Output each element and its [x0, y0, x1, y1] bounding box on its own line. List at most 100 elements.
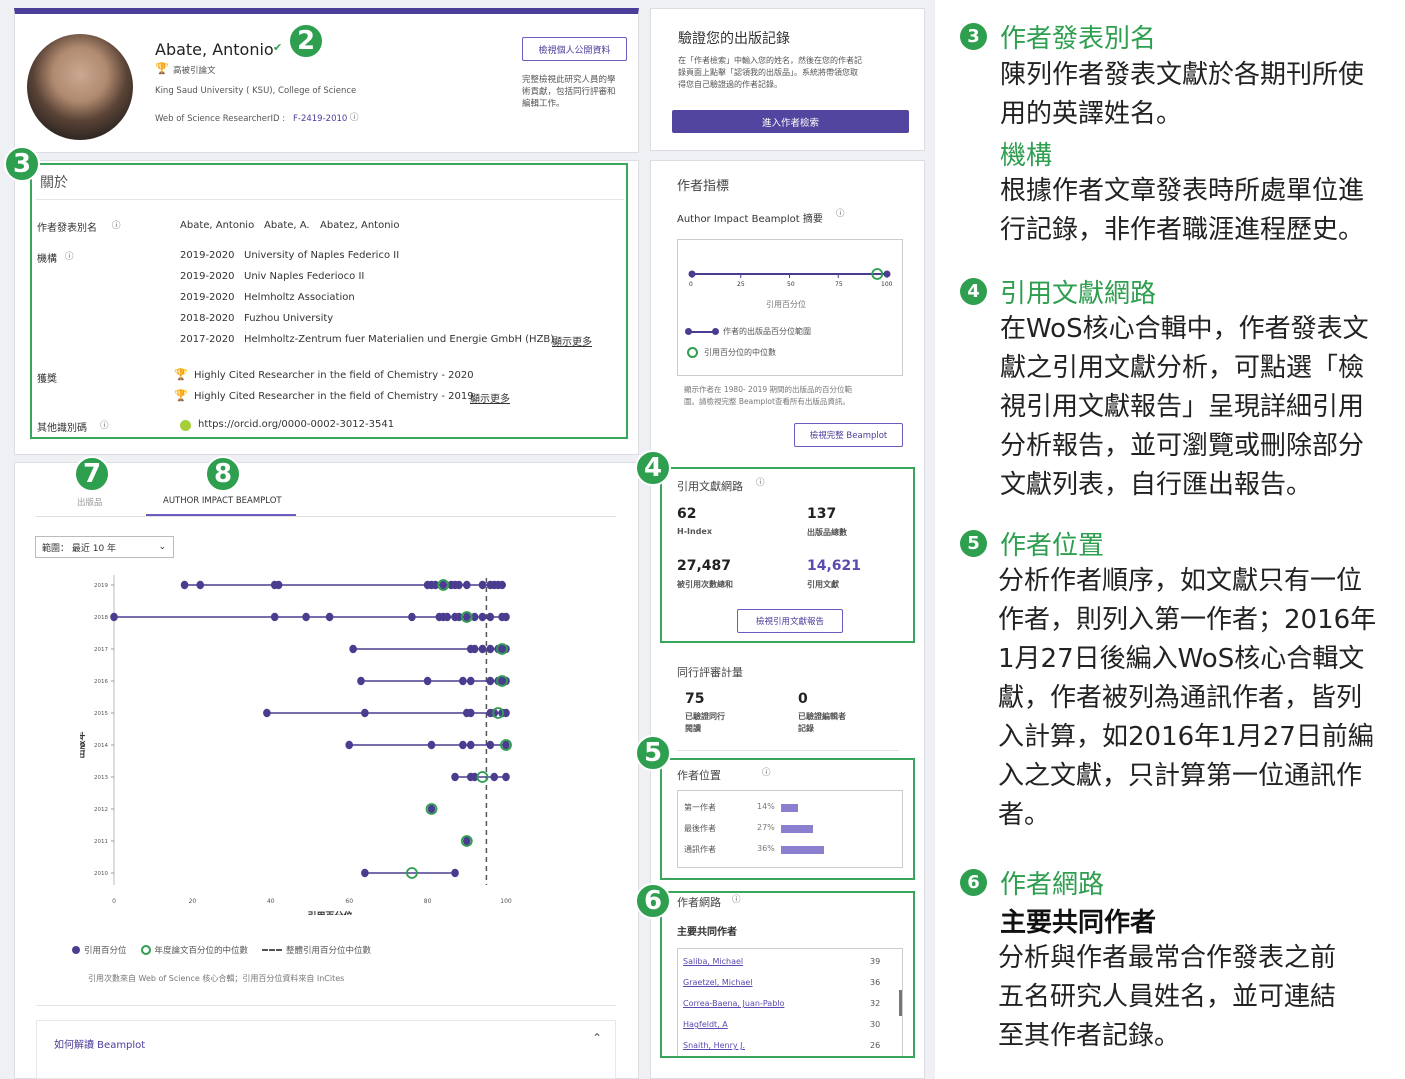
- data-point: [486, 612, 495, 622]
- y-tick-label: 2010: [94, 871, 108, 877]
- coauthor-name[interactable]: Correa-Baena, Juan-Pablo: [683, 999, 784, 1008]
- pubs-value: 137: [807, 506, 837, 522]
- position-label: 通訊作者: [684, 845, 716, 854]
- coauthor-count: 30: [870, 1020, 881, 1029]
- tab-beamplot[interactable]: AUTHOR IMPACT BEAMPLOT: [163, 496, 282, 506]
- annotation-badge-5: 5: [635, 735, 671, 771]
- explain-text: 根據作者文章發表時所處單位進: [1000, 176, 1365, 206]
- info-icon[interactable]: ⓘ: [350, 111, 359, 123]
- citation-info-icon[interactable]: ⓘ: [756, 476, 765, 488]
- annotation-badge-3: 3: [4, 146, 40, 182]
- award-label: 獲獎: [37, 374, 57, 385]
- show-more-awards-link[interactable]: 顯示更多: [470, 390, 510, 405]
- h-index-label: H-Index: [677, 527, 712, 536]
- chevron-up-icon[interactable]: ⌃: [592, 1031, 602, 1045]
- explain-heading-alias: 作者發表別名: [1000, 24, 1157, 54]
- y-tick-label: 2013: [94, 775, 108, 781]
- range-select[interactable]: 範圍： 最近 10 年 ⌄: [35, 536, 174, 558]
- author-search-button[interactable]: 進入作者檢索: [672, 110, 909, 133]
- show-more-orgs-link[interactable]: 顯示更多: [552, 333, 592, 348]
- org-years: 2019-2020: [180, 292, 235, 303]
- view-full-beamplot-button[interactable]: 檢視完整 Beamplot: [794, 423, 903, 447]
- scrollbar[interactable]: [899, 990, 902, 1016]
- annotation-badge-6: 6: [635, 883, 671, 919]
- org-name: Fuzhou University: [244, 313, 334, 324]
- alias-info-icon[interactable]: ⓘ: [112, 219, 121, 231]
- tab-publications[interactable]: 出版品: [77, 496, 103, 508]
- explain-text: 分析與作者最常合作發表之前: [998, 943, 1337, 973]
- divider: [36, 1005, 616, 1006]
- y-axis-label: 出版年: [80, 731, 87, 758]
- position-pct: 27%: [757, 823, 775, 832]
- org-info-icon[interactable]: ⓘ: [65, 250, 74, 262]
- coauthors-info-icon[interactable]: ⓘ: [732, 893, 741, 905]
- data-point: [349, 644, 357, 654]
- data-point: [459, 740, 467, 750]
- other-id-info-icon[interactable]: ⓘ: [100, 419, 109, 431]
- summary-info-icon[interactable]: ⓘ: [836, 207, 845, 219]
- award-2: Highly Cited Researcher in the field of …: [194, 391, 474, 402]
- positions-info-icon[interactable]: ⓘ: [762, 766, 771, 778]
- y-tick-label: 2012: [94, 807, 108, 813]
- data-point: [274, 580, 283, 590]
- data-point: [443, 612, 452, 622]
- data-point: [325, 612, 334, 622]
- data-point: [486, 676, 495, 686]
- coauthor-name[interactable]: Saliba, Michael: [683, 957, 743, 966]
- data-point: [357, 676, 365, 686]
- coauthor-count: 26: [870, 1041, 881, 1050]
- data-point: [466, 740, 475, 750]
- mini-tick-label: 50: [787, 281, 795, 288]
- x-tick-label: 60: [345, 898, 353, 905]
- explain-text: 行記錄，非作者職涯進程歷史。: [1000, 215, 1365, 245]
- orcid-link[interactable]: https://orcid.org/0000-0002-3012-3541: [198, 419, 394, 430]
- data-point: [345, 740, 354, 750]
- alias-3: Abatez, Antonio: [320, 220, 400, 231]
- divider: [677, 750, 899, 751]
- author-name: Abate, Antonio: [155, 40, 274, 59]
- mini-tick-label: 0: [689, 281, 693, 288]
- x-tick-label: 40: [267, 898, 275, 905]
- position-bar: [781, 846, 825, 854]
- alias-label: 作者發表別名: [37, 223, 97, 234]
- citing-value[interactable]: 14,621: [807, 558, 861, 574]
- mini-tick-label: 100: [881, 281, 893, 288]
- mini-axis-label: 引用百分位: [766, 300, 806, 309]
- how-to-panel[interactable]: 如何解讀 Beamplot ⌃: [36, 1020, 616, 1079]
- beamplot-summary-label: Author Impact Beamplot 摘要: [677, 214, 823, 225]
- data-point: [459, 676, 467, 686]
- view-citation-report-button[interactable]: 檢視引用文獻報告: [737, 609, 843, 633]
- explain-text: 入計算，如2016年1月27日前編: [998, 722, 1374, 752]
- data-point: [451, 772, 459, 782]
- alias-1: Abate, Antonio: [180, 220, 255, 231]
- data-point: [455, 580, 463, 590]
- coauthor-name[interactable]: Graetzel, Michael: [683, 978, 753, 987]
- y-tick-label: 2015: [94, 711, 108, 717]
- annotation-badge-7: 7: [74, 456, 110, 492]
- explain-badge-5: 5: [960, 530, 987, 557]
- position-bar: [781, 825, 814, 833]
- coauthor-name[interactable]: Snaith, Henry J.: [683, 1041, 745, 1050]
- range-end-dot: [883, 270, 891, 278]
- coauthor-name[interactable]: Hagfeldt, A: [683, 1020, 728, 1029]
- citing-label: 引用文獻: [807, 580, 839, 589]
- position-label: 最後作者: [684, 824, 716, 833]
- data-point: [498, 580, 506, 590]
- data-point: [466, 676, 475, 686]
- cited-value: 27,487: [677, 558, 732, 574]
- y-tick-label: 2018: [94, 615, 108, 621]
- metrics-title: 作者指標: [677, 179, 730, 194]
- beamplot-chart: 出版年 0 20 40 60 80 100 引用百分位 2019 2018 2017 2016 2015…: [80, 575, 512, 915]
- researcher-id-value[interactable]: F-2419-2010: [293, 114, 347, 124]
- y-tick-label: 2019: [94, 583, 108, 589]
- verify-card: 驗證您的出版記錄 在「作者檢索」中輸入您的姓名，然後在您的作者記 錄頁面上點擊「…: [650, 8, 925, 151]
- mini-tick-label: 25: [737, 281, 745, 288]
- x-tick-label: 80: [424, 898, 432, 905]
- mini-legend-range: 作者的出版品百分位範圍: [685, 326, 811, 337]
- data-point: [439, 580, 448, 590]
- explain-text: 視引用文獻報告」呈現詳細引用: [1000, 392, 1365, 422]
- data-point: [180, 580, 189, 590]
- verified-review-value: 75: [685, 691, 705, 707]
- org-name: Univ Naples Federioco II: [244, 271, 365, 282]
- view-public-profile-button[interactable]: 檢視個人公開資料: [522, 37, 627, 61]
